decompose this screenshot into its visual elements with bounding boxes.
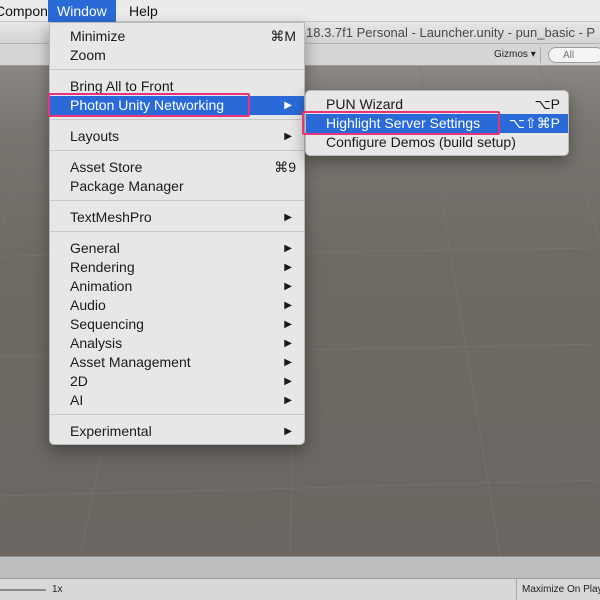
menu-item-audio[interactable]: Audio ▶ [50,296,304,315]
menu-item-bring-all-to-front[interactable]: Bring All to Front [50,77,304,96]
menu-item-minimize[interactable]: Minimize ⌘M [50,27,304,46]
menu-item-label: Layouts [70,128,120,144]
menu-item-label: Zoom [70,47,106,63]
menu-item-package-manager[interactable]: Package Manager [50,177,304,196]
menu-item-photon-unity-networking[interactable]: Photon Unity Networking ▶ [50,96,304,115]
menu-item-label: Minimize [70,28,126,44]
submenu-arrow-icon: ▶ [284,243,292,254]
scene-bottom-bar [0,556,600,578]
menu-separator [50,150,304,152]
submenu-arrow-icon: ▶ [284,100,292,111]
submenu-arrow-icon: ▶ [284,212,292,223]
menu-item-label: Package Manager [70,178,184,194]
menu-separator [50,200,304,202]
menu-item-asset-store[interactable]: Asset Store ⌘9 [50,158,304,177]
menu-item-layouts[interactable]: Layouts ▶ [50,127,304,146]
menu-item-label: 2D [70,373,88,389]
menu-item-label: PUN Wizard [326,96,404,112]
scale-slider[interactable] [0,589,46,591]
menu-separator [50,119,304,121]
window-menu: Minimize ⌘M Zoom Bring All to Front Phot… [49,22,305,445]
submenu-arrow-icon: ▶ [284,357,292,368]
gizmos-label: Gizmos [494,49,528,60]
submenu-arrow-icon: ▶ [284,319,292,330]
menu-item-label: TextMeshPro [70,209,152,225]
submenu-arrow-icon: ▶ [284,338,292,349]
menu-separator [50,414,304,416]
menu-item-general[interactable]: General ▶ [50,239,304,258]
menu-item-analysis[interactable]: Analysis ▶ [50,334,304,353]
menu-item-label: Sequencing [70,316,144,332]
menu-item-label: Photon Unity Networking [70,97,225,113]
menu-item-animation[interactable]: Animation ▶ [50,277,304,296]
menu-item-label: Animation [70,278,133,294]
menu-item-pun-wizard[interactable]: PUN Wizard ⌥P [306,95,568,114]
scale-label: 1x [52,584,63,595]
menu-item-label: Bring All to Front [70,78,174,94]
menu-separator [50,231,304,233]
menu-item-label: Experimental [70,423,152,439]
menu-item-label: Asset Store [70,159,143,175]
submenu-arrow-icon: ▶ [284,395,292,406]
menu-item-label: Audio [70,297,106,313]
maximize-on-play-button[interactable]: Maximize On Play [516,579,600,600]
submenu-arrow-icon: ▶ [284,300,292,311]
menu-item-zoom[interactable]: Zoom [50,46,304,65]
menu-item-configure-demos[interactable]: Configure Demos (build setup) [306,133,568,152]
menu-item-label: Configure Demos (build setup) [326,134,516,150]
chevron-down-icon: ▾ [530,49,536,60]
menu-item-rendering[interactable]: Rendering ▶ [50,258,304,277]
menu-separator [50,69,304,71]
menu-item-sequencing[interactable]: Sequencing ▶ [50,315,304,334]
menu-item-highlight-server-settings[interactable]: Highlight Server Settings ⌥⇧⌘P [306,114,568,133]
menu-item-2d[interactable]: 2D ▶ [50,372,304,391]
menu-bar: Component Window Help [0,0,600,22]
shortcut-label: ⌥⇧⌘P [508,115,560,131]
submenu-arrow-icon: ▶ [284,281,292,292]
submenu-arrow-icon: ▶ [284,426,292,437]
submenu-arrow-icon: ▶ [284,262,292,273]
shortcut-label: ⌘M [270,28,296,44]
submenu-arrow-icon: ▶ [284,131,292,142]
menu-window[interactable]: Window [48,0,116,22]
gizmos-dropdown[interactable]: Gizmos ▾ [490,47,541,63]
menu-item-label: Rendering [70,259,135,275]
menu-item-ai[interactable]: AI ▶ [50,391,304,410]
menu-item-experimental[interactable]: Experimental ▶ [50,422,304,441]
shortcut-label: ⌥P [534,96,560,112]
menu-item-label: Asset Management [70,354,191,370]
scene-search-input[interactable] [548,47,600,63]
menu-item-label: Highlight Server Settings [326,115,481,131]
shortcut-label: ⌘9 [274,159,296,175]
menu-help[interactable]: Help [120,0,167,22]
menu-item-label: General [70,240,120,256]
menu-item-textmeshpro[interactable]: TextMeshPro ▶ [50,208,304,227]
submenu-arrow-icon: ▶ [284,376,292,387]
menu-item-asset-management[interactable]: Asset Management ▶ [50,353,304,372]
photon-submenu: PUN Wizard ⌥P Highlight Server Settings … [305,90,569,156]
window-title: 18.3.7f1 Personal - Launcher.unity - pun… [306,25,596,40]
menu-item-label: Analysis [70,335,123,351]
menu-item-label: AI [70,392,84,408]
game-view-bar: 1x Maximize On Play [0,578,600,600]
